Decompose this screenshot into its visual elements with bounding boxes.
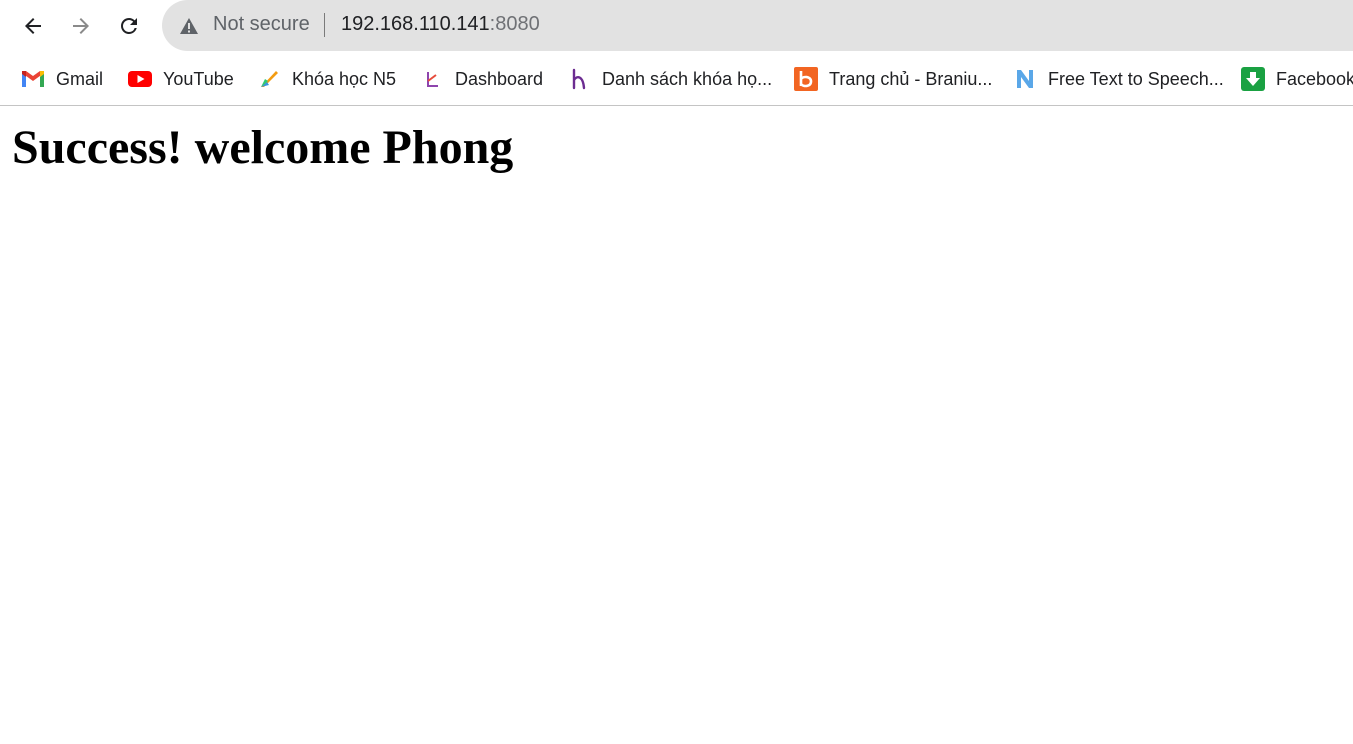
page-content: Success! welcome Phong (0, 120, 1353, 176)
address-bar[interactable]: Not secure 192.168.110.141:8080 (162, 0, 1353, 51)
brainly-icon (794, 67, 818, 91)
text-to-speech-icon (1013, 67, 1037, 91)
url-host: 192.168.110.141 (341, 13, 490, 35)
dashboard-icon (420, 67, 444, 91)
bookmark-dashboard[interactable]: Dashboard (420, 65, 543, 93)
bookmark-label: Trang chủ - Braniu... (829, 68, 993, 89)
bookmark-label: Dashboard (455, 68, 544, 89)
bookmark-danh-sach[interactable]: Danh sách khóa họ... (567, 65, 772, 93)
youtube-icon (128, 67, 152, 91)
bookmark-label: Free Text to Speech... (1048, 68, 1224, 89)
bookmark-free-text-to-speech[interactable]: Free Text to Speech... (1013, 65, 1224, 93)
reload-button[interactable] (109, 6, 149, 46)
bookmark-label: Khóa học N5 (292, 68, 397, 89)
browser-toolbar: Not secure 192.168.110.141:8080 (0, 0, 1353, 52)
security-status[interactable]: Not secure (213, 13, 310, 36)
bookmark-youtube[interactable]: YouTube (128, 65, 234, 93)
danh-sach-icon (567, 67, 591, 91)
download-icon (1241, 67, 1265, 91)
bookmark-label: Danh sách khóa họ... (602, 68, 773, 89)
bookmark-gmail[interactable]: Gmail (21, 65, 103, 93)
bookmark-trang-chu[interactable]: Trang chủ - Braniu... (794, 65, 992, 93)
back-button[interactable] (13, 6, 53, 46)
bookmark-label: Gmail (56, 68, 104, 89)
url-port: :8080 (489, 13, 540, 35)
khoa-hoc-icon (257, 67, 281, 91)
gmail-icon (21, 67, 45, 91)
bookmark-facebook[interactable]: Facebook (1241, 65, 1353, 93)
reload-icon (121, 18, 137, 34)
warning-icon[interactable] (179, 17, 199, 35)
address-divider (324, 13, 325, 37)
browser-chrome: Not secure 192.168.110.141:8080 Gmail Yo… (0, 0, 1353, 106)
forward-button[interactable] (61, 6, 101, 46)
success-heading: Success! welcome Phong (12, 121, 514, 174)
bookmark-khoa-hoc-n5[interactable]: Khóa học N5 (257, 65, 396, 93)
bookmarks-bar: Gmail YouTube Khóa học N5 Dashboard Danh… (0, 52, 1353, 106)
url-text[interactable]: 192.168.110.141:8080 (341, 13, 540, 36)
back-arrow-icon (25, 18, 41, 34)
forward-arrow-icon (73, 18, 89, 34)
bookmark-label: Facebook (1276, 68, 1353, 89)
bookmark-label: YouTube (163, 68, 234, 89)
